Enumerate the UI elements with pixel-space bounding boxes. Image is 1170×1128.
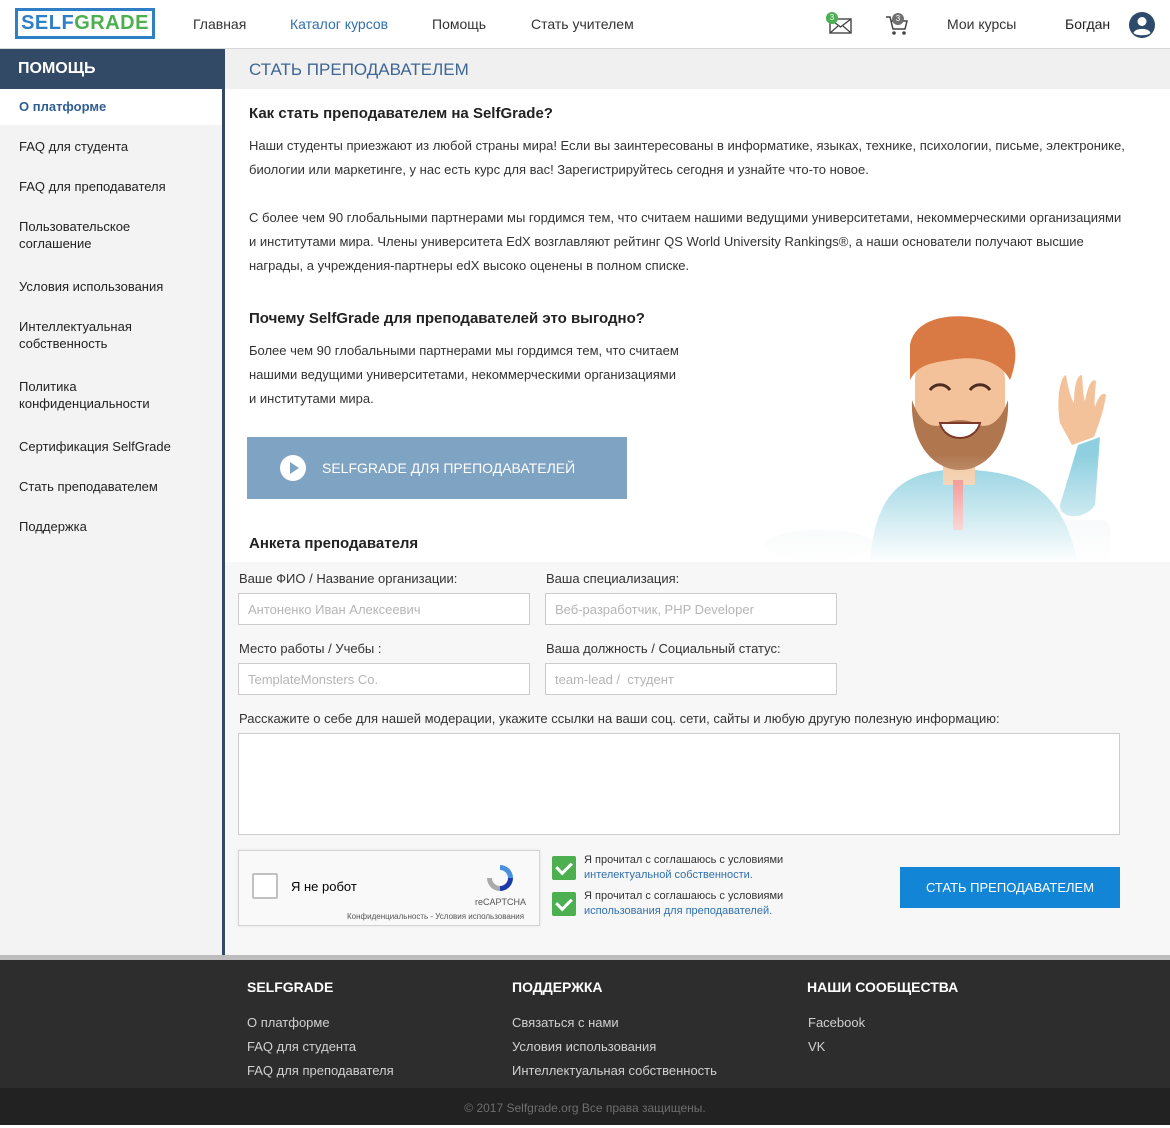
sidebar-item-faq-teacher[interactable]: FAQ для преподавателя: [0, 178, 222, 195]
play-icon: [280, 455, 306, 481]
user-name[interactable]: Богдан: [1065, 16, 1110, 32]
recaptcha-checkbox[interactable]: [252, 873, 278, 899]
agree-terms-checkbox[interactable]: [552, 892, 576, 916]
footer-link-facebook[interactable]: Facebook: [808, 1015, 865, 1030]
footer-col-communities-title: Наши сообщества: [807, 979, 959, 995]
recaptcha-links[interactable]: Конфиденциальность - Условия использован…: [347, 912, 524, 921]
page-header: Стать преподавателем: [225, 49, 1170, 89]
specialization-input[interactable]: [545, 593, 837, 625]
ip-terms-link[interactable]: интелектуальной собственности.: [584, 869, 753, 881]
footer-link-ip[interactable]: Интеллектуальная собственность: [512, 1063, 717, 1078]
about-label: Расскажите о себе для нашей модерации, у…: [239, 711, 1000, 726]
help-sidebar: Помощь О платформе FAQ для студента FAQ …: [0, 49, 225, 955]
messages-badge: 3: [826, 12, 838, 24]
nav-help[interactable]: Помощь: [432, 16, 486, 32]
nav-my-courses[interactable]: Мои курсы: [947, 16, 1016, 32]
become-teacher-submit-button[interactable]: Стать преподавателем: [900, 867, 1120, 908]
nav-catalog[interactable]: Каталог курсов: [290, 16, 388, 32]
agree-ip-checkbox[interactable]: [552, 856, 576, 880]
agree-terms-text: Я прочитал с соглашаюсь с условиями испо…: [584, 890, 784, 917]
sidebar-item-terms[interactable]: Условия использования: [0, 278, 222, 295]
recaptcha-icon: [487, 865, 513, 891]
recaptcha-label: Я не робот: [291, 879, 357, 894]
top-navbar: SELF GRADE Главная Каталог курсов Помощь …: [0, 0, 1170, 49]
cart-button[interactable]: 3: [884, 12, 910, 38]
footer-link-faq-teacher[interactable]: FAQ для преподавателя: [247, 1063, 394, 1078]
footer: SelfGrade О платформе FAQ для студента F…: [0, 955, 1170, 1088]
sidebar-title: Помощь: [0, 49, 222, 89]
agree-ip-text: Я прочитал с соглашаюсь с условиями инте…: [584, 854, 784, 881]
specialization-label: Ваша специализация:: [546, 571, 680, 586]
cart-badge: 3: [892, 13, 904, 25]
sidebar-item-about[interactable]: О платформе: [0, 89, 222, 125]
footer-col-support-title: Поддержка: [512, 979, 603, 995]
sidebar-item-become-teacher[interactable]: Стать преподавателем: [0, 478, 222, 495]
workplace-input[interactable]: [238, 663, 530, 695]
position-label: Ваша должность / Социальный статус:: [546, 641, 781, 656]
section-title-why: Почему SelfGrade для преподавателей это …: [249, 310, 645, 327]
footer-col-selfgrade-title: SelfGrade: [247, 979, 334, 995]
name-label: Ваше ФИО / Название организации:: [239, 571, 458, 586]
footer-link-terms[interactable]: Условия использования: [512, 1039, 656, 1054]
position-input[interactable]: [545, 663, 837, 695]
section-paragraph-2: С более чем 90 глобальными партнерами мы…: [249, 210, 1122, 273]
user-avatar-icon[interactable]: [1128, 11, 1156, 39]
footer-link-vk[interactable]: VK: [808, 1039, 825, 1054]
sidebar-item-user-agreement[interactable]: Пользовательское соглашение: [0, 218, 170, 252]
sidebar-item-ip[interactable]: Интеллектуальная собственность: [0, 318, 170, 352]
nav-home[interactable]: Главная: [193, 16, 246, 32]
sidebar-item-certification[interactable]: Сертификация SelfGrade: [0, 438, 222, 455]
teacher-terms-link[interactable]: использования для преподавателей.: [584, 905, 772, 917]
footer-link-contact[interactable]: Связаться с нами: [512, 1015, 619, 1030]
teacher-illustration: [760, 316, 1160, 563]
form-title: Анкета преподавателя: [249, 535, 419, 552]
footer-link-faq-student[interactable]: FAQ для студента: [247, 1039, 356, 1054]
sidebar-item-support[interactable]: Поддержка: [0, 518, 222, 535]
nav-become-teacher[interactable]: Стать учителем: [531, 16, 634, 32]
copyright: © 2017 Selfgrade.org Все права защищены.: [0, 1088, 1170, 1125]
about-textarea[interactable]: [238, 733, 1120, 835]
section-paragraph-1: Наши студенты приезжают из любой страны …: [249, 138, 1125, 177]
messages-button[interactable]: 3: [826, 12, 854, 38]
recaptcha-brand: reCAPTCHA: [475, 897, 527, 907]
workplace-label: Место работы / Учебы :: [239, 641, 382, 656]
sidebar-item-faq-student[interactable]: FAQ для студента: [0, 138, 222, 155]
name-input[interactable]: [238, 593, 530, 625]
section-title-how: Как стать преподавателем на SelfGrade?: [249, 105, 553, 122]
page-title: Стать преподавателем: [249, 60, 469, 79]
sidebar-item-privacy[interactable]: Политика конфиденциальности: [0, 378, 180, 412]
section-paragraph-why: Более чем 90 глобальными партнерами мы г…: [249, 343, 679, 406]
recaptcha-widget: Я не робот reCAPTCHA Конфиденциальность …: [238, 850, 540, 926]
teacher-video-button[interactable]: SelfGrade для преподавателей: [247, 437, 627, 499]
footer-link-about[interactable]: О платформе: [247, 1015, 330, 1030]
selfgrade-logo[interactable]: SELF GRADE: [15, 8, 155, 39]
